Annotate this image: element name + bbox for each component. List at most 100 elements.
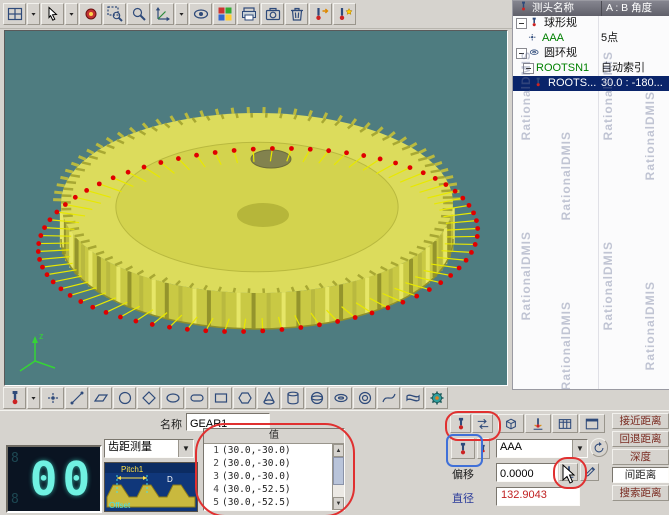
color-settings-button[interactable] xyxy=(213,3,236,25)
snapshot-button[interactable] xyxy=(261,3,284,25)
probe-tree-panel: 测头名称 A : B 角度 球形规 AAA 5点 圆环规 ROOTSN1 xyxy=(512,0,669,390)
measure-surface-button[interactable] xyxy=(401,387,424,409)
report-button[interactable] xyxy=(237,3,260,25)
combo-dropdown-icon[interactable]: ▼ xyxy=(572,440,587,457)
measure-diamond-button[interactable] xyxy=(137,387,160,409)
measure-circle-button[interactable] xyxy=(113,387,136,409)
measure-slot-button[interactable] xyxy=(185,387,208,409)
combo-dropdown-icon[interactable]: ▼ xyxy=(178,440,193,457)
probe-manager-button[interactable] xyxy=(450,414,471,433)
data-table-button[interactable] xyxy=(552,414,578,433)
measure-torus-button[interactable] xyxy=(329,387,352,409)
probe-options-button[interactable] xyxy=(477,438,490,459)
diagram-offset-label: Offset xyxy=(109,501,131,510)
ring-gauge-icon xyxy=(529,47,542,60)
probe-combo-value: AAA xyxy=(497,440,572,457)
tree-item-label: ROOTSN1 xyxy=(536,61,589,76)
value-row[interactable]: 1(30.0,-30.0) xyxy=(204,444,332,457)
probe-header-icon xyxy=(517,0,530,18)
measure-ring-button[interactable] xyxy=(353,387,376,409)
value-row[interactable]: 5(30.0,-52.5) xyxy=(204,496,332,509)
value-row[interactable]: 2(30.0,-30.0) xyxy=(204,457,332,470)
measure-ellipse-button[interactable] xyxy=(161,387,184,409)
row-value: (30.0,-52.5) xyxy=(222,496,332,509)
probe-touch-button[interactable] xyxy=(559,463,578,481)
counter-digits: 00 xyxy=(25,447,100,511)
tip-icon xyxy=(527,32,540,45)
row-value: (30.0,-52.5) xyxy=(222,483,332,496)
probe-mode-dropdown[interactable] xyxy=(27,387,40,409)
tree-item-label: 圆环规 xyxy=(544,46,577,61)
approach-distance-button[interactable]: 接近距离 xyxy=(612,413,669,429)
layout-dropdown[interactable] xyxy=(27,3,40,25)
measure-mode-combo[interactable]: 齿距测量 ▼ xyxy=(104,439,194,458)
value-row[interactable]: 4(30.0,-52.5) xyxy=(204,483,332,496)
delete-button[interactable] xyxy=(285,3,308,25)
tree-row-roots-selected[interactable]: ROOTS... 30.0 : -180... xyxy=(513,76,669,91)
zoom-window-button[interactable] xyxy=(103,3,126,25)
expand-toggle[interactable] xyxy=(516,18,527,29)
tree-row-aaa[interactable]: AAA 5点 xyxy=(513,31,669,46)
spacing-field[interactable]: 间距离 xyxy=(612,467,669,483)
offset-field-frame xyxy=(496,463,558,482)
expand-toggle[interactable] xyxy=(523,63,534,74)
point-value-list[interactable]: 值 1(30.0,-30.0) 2(30.0,-30.0) 3(30.0,-30… xyxy=(203,428,345,511)
zoom-button[interactable] xyxy=(127,3,150,25)
measure-point-button[interactable] xyxy=(41,387,64,409)
measure-rectangle-button[interactable] xyxy=(209,387,232,409)
view-dropdown[interactable] xyxy=(175,3,188,25)
expand-toggle[interactable] xyxy=(516,48,527,59)
window-layout-button[interactable] xyxy=(3,3,26,25)
probe-select-combo[interactable]: AAA ▼ xyxy=(496,439,588,458)
scroll-down-icon[interactable]: ▼ xyxy=(333,497,344,510)
main-toolbar xyxy=(0,0,515,29)
watermark: RationalDMIS xyxy=(643,281,657,370)
probe-name-column-header[interactable]: 测头名称 xyxy=(513,1,602,16)
measure-curve-button[interactable] xyxy=(377,387,400,409)
tree-row-rootsn1[interactable]: ROOTSN1 自动索引 xyxy=(513,61,669,76)
search-distance-button[interactable]: 搜索距离 xyxy=(612,485,669,501)
offset-input[interactable] xyxy=(497,466,563,483)
scroll-up-icon[interactable]: ▲ xyxy=(333,444,344,457)
machine-button[interactable] xyxy=(79,3,102,25)
list-scrollbar[interactable]: ▲ ▼ xyxy=(332,444,344,510)
probe-name-header-label: 测头名称 xyxy=(532,1,574,16)
row-number: 2 xyxy=(204,457,222,470)
edit-value-button[interactable] xyxy=(580,463,599,481)
measure-cone-button[interactable] xyxy=(257,387,280,409)
select-dropdown[interactable] xyxy=(65,3,78,25)
layout-window-button[interactable] xyxy=(579,414,605,433)
tree-row-ring-gauge[interactable]: 圆环规 xyxy=(513,46,669,61)
measure-polygon-button[interactable] xyxy=(233,387,256,409)
parameter-column: 接近距离 回退距离 深度 间距离 搜索距离 xyxy=(612,413,669,503)
depth-button[interactable]: 深度 xyxy=(612,449,669,465)
counter-ghost-digit: 8 xyxy=(11,492,25,507)
refresh-probe-button[interactable] xyxy=(590,438,608,457)
measure-sphere-button[interactable] xyxy=(305,387,328,409)
cad-view-button[interactable] xyxy=(498,414,524,433)
scroll-thumb[interactable] xyxy=(333,457,344,485)
probe-swap-button[interactable] xyxy=(472,414,493,433)
measure-settings-button[interactable] xyxy=(425,387,448,409)
probe-tree-header[interactable]: 测头名称 A : B 角度 xyxy=(513,1,669,16)
tree-item-label: AAA xyxy=(542,31,564,46)
measure-line-button[interactable] xyxy=(65,387,88,409)
tree-row-sphere-gauge[interactable]: 球形规 xyxy=(513,16,669,31)
retract-distance-button[interactable]: 回退距离 xyxy=(612,431,669,447)
measure-cylinder-button[interactable] xyxy=(281,387,304,409)
watermark: RationalDMIS xyxy=(559,131,573,220)
angle-column-header[interactable]: A : B 角度 xyxy=(602,1,669,16)
value-row[interactable]: 3(30.0,-30.0) xyxy=(204,470,332,483)
select-cursor-button[interactable] xyxy=(41,3,64,25)
hand-probe-button[interactable] xyxy=(525,414,551,433)
probe-calibration-button[interactable] xyxy=(333,3,356,25)
viewport-3d[interactable]: z xyxy=(4,30,508,386)
probe-goto-button[interactable] xyxy=(309,3,332,25)
measure-mode-value: 齿距测量 xyxy=(105,440,178,457)
probe-mode-button[interactable] xyxy=(3,387,26,409)
active-probe-button[interactable] xyxy=(451,438,475,459)
row-number: 5 xyxy=(204,496,222,509)
view-orientation-button[interactable] xyxy=(151,3,174,25)
measure-plane-button[interactable] xyxy=(89,387,112,409)
display-mode-button[interactable] xyxy=(189,3,212,25)
